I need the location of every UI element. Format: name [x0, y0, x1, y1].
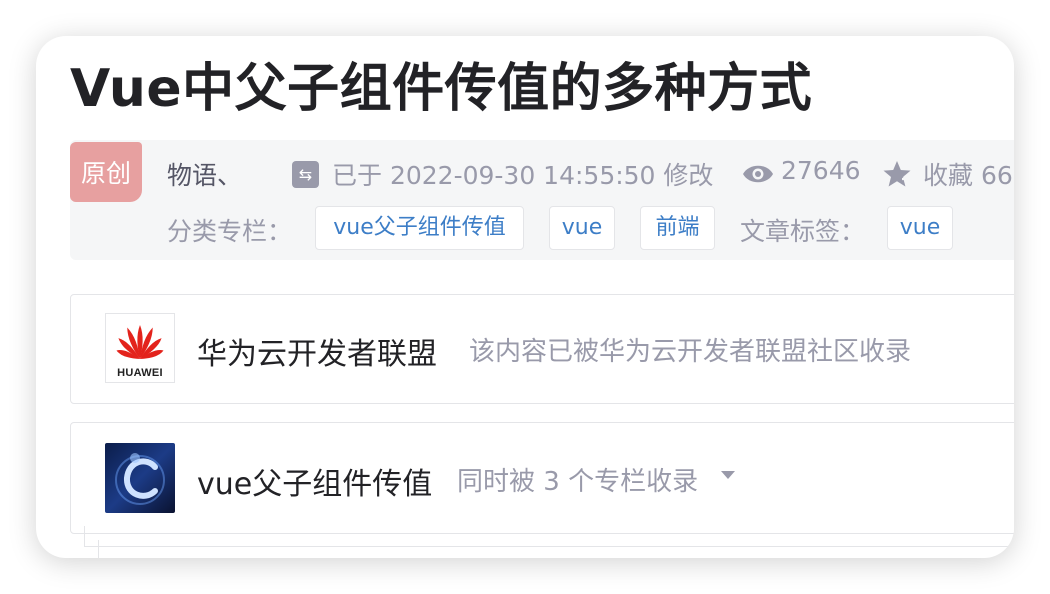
column-box[interactable]: vue父子组件传值 同时被 3 个专栏收录: [70, 422, 1014, 534]
original-badge: 原创: [70, 142, 142, 202]
huawei-logo-text: HUAWEI: [117, 367, 163, 379]
article-card: Vue中父子组件传值的多种方式 原创 物语、 ⇆ 已于 2022-09-30 1…: [36, 36, 1014, 558]
community-name[interactable]: 华为云开发者联盟: [197, 329, 437, 373]
modify-icon: ⇆: [292, 161, 319, 188]
eye-icon: [743, 165, 773, 183]
column-description[interactable]: 同时被 3 个专栏收录: [457, 461, 698, 498]
community-description: 该内容已被华为云开发者联盟社区收录: [469, 337, 912, 367]
tag-label: 文章标签：: [740, 217, 866, 246]
huawei-logo: HUAWEI: [105, 313, 175, 383]
article-meta-bar: 原创 物语、 ⇆ 已于 2022-09-30 14:55:50 修改 27646…: [70, 140, 1014, 260]
author-link[interactable]: 物语、: [167, 156, 242, 192]
column-name[interactable]: vue父子组件传值: [197, 459, 432, 503]
category-tag-vue[interactable]: vue: [549, 206, 615, 250]
caret-down-icon[interactable]: [721, 471, 735, 479]
view-count: 27646: [781, 156, 861, 185]
huawei-inclusion-box[interactable]: HUAWEI 华为云开发者联盟 该内容已被华为云开发者联盟社区收录: [70, 294, 1014, 404]
column-thumbnail: [105, 443, 175, 513]
column-stack-layer-2: [98, 540, 1014, 558]
star-icon[interactable]: [882, 159, 912, 189]
article-tag-vue[interactable]: vue: [887, 206, 953, 250]
category-tag-frontend[interactable]: 前端: [640, 206, 715, 250]
category-tag-vue-parent-child[interactable]: vue父子组件传值: [315, 206, 524, 250]
modified-time: 已于 2022-09-30 14:55:50 修改: [332, 161, 714, 190]
favorite-button[interactable]: 收藏 66: [923, 156, 1013, 192]
article-title: Vue中父子组件传值的多种方式: [70, 59, 813, 119]
category-label: 分类专栏：: [167, 217, 293, 246]
